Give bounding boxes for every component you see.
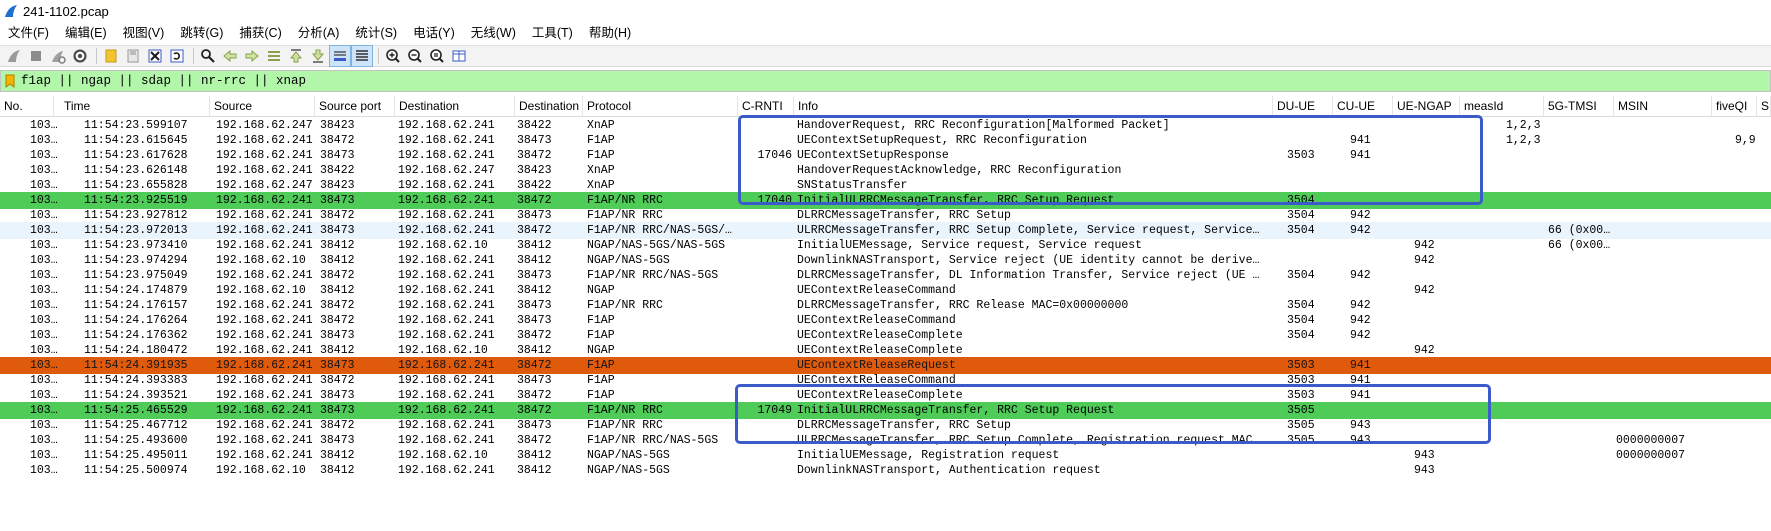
- display-filter-bar[interactable]: f1ap || ngap || sdap || nr-rrc || xnap: [0, 70, 1771, 92]
- menu-item[interactable]: 文件(F): [0, 22, 57, 44]
- save-file-icon[interactable]: [123, 46, 143, 66]
- column-header-cu-ue[interactable]: CU-UE: [1333, 96, 1393, 116]
- colorize-icon[interactable]: [351, 45, 373, 67]
- stop-capture-icon[interactable]: [26, 46, 46, 66]
- column-header-source[interactable]: Source: [210, 96, 315, 116]
- menu-item[interactable]: 跳转(G): [172, 22, 231, 44]
- go-first-icon[interactable]: [286, 46, 306, 66]
- go-back-icon[interactable]: [220, 46, 240, 66]
- menu-item[interactable]: 分析(A): [290, 22, 348, 44]
- restart-capture-icon[interactable]: [48, 46, 68, 66]
- packet-list-header: No. Time Source Source port Destination …: [0, 96, 1771, 117]
- column-header-info[interactable]: Info: [794, 96, 1273, 116]
- menu-bar: 文件(F) 编辑(E) 视图(V) 跳转(G) 捕获(C) 分析(A) 统计(S) 电话(Y)…: [0, 22, 1771, 44]
- start-capture-icon[interactable]: [4, 46, 24, 66]
- menu-item[interactable]: 编辑(E): [57, 22, 115, 44]
- window-title: 241-1102.pcap: [23, 3, 109, 19]
- autoscroll-icon[interactable]: [329, 45, 351, 67]
- column-header-s[interactable]: S: [1757, 96, 1771, 116]
- main-toolbar: [0, 45, 1771, 67]
- menu-item[interactable]: 工具(T): [524, 22, 581, 44]
- packet-fiveqi-cell: [1735, 462, 1765, 479]
- column-header-du-ue[interactable]: DU-UE: [1273, 96, 1333, 116]
- column-header-5g-tmsi[interactable]: 5G-TMSI: [1544, 96, 1614, 116]
- packet-info-cell: DownlinkNASTransport, Authentication req…: [797, 464, 1101, 477]
- column-header-fiveqi[interactable]: fiveQI: [1712, 96, 1757, 116]
- column-header-ue-ngap[interactable]: UE-NGAP: [1393, 96, 1460, 116]
- column-header-destination[interactable]: Destination: [395, 96, 515, 116]
- packet-5g-tmsi-cell: [1548, 462, 1618, 479]
- packet-protocol-cell: NGAP/NAS-5GS: [587, 464, 670, 477]
- zoom-normal-icon[interactable]: [427, 46, 447, 66]
- menu-item[interactable]: 无线(W): [463, 22, 524, 44]
- toolbar-separator: [96, 48, 97, 64]
- column-header-c-rnti[interactable]: C-RNTI: [738, 96, 794, 116]
- packet-ue-ngap-cell: 943: [1414, 464, 1435, 477]
- packet-c-rnti-cell: [740, 462, 792, 479]
- column-header-destination-port[interactable]: Destination: [515, 96, 583, 116]
- wireshark-fin-icon: [5, 5, 17, 17]
- resize-columns-icon[interactable]: [449, 46, 469, 66]
- zoom-out-icon[interactable]: [405, 46, 425, 66]
- packet-du-ue-cell: [1287, 462, 1317, 479]
- packet-time-cell: 11:54:25.500974: [84, 464, 188, 477]
- menu-item[interactable]: 统计(S): [347, 22, 405, 44]
- menu-item[interactable]: 帮助(H): [581, 22, 639, 44]
- packet-destination-port-cell: 38412: [517, 464, 552, 477]
- column-header-source-port[interactable]: Source port: [315, 96, 395, 116]
- column-header-protocol[interactable]: Protocol: [583, 96, 738, 116]
- column-header-time[interactable]: Time: [60, 96, 210, 116]
- filter-bookmark-icon[interactable]: [5, 74, 15, 88]
- packet-cu-ue-cell: [1350, 462, 1378, 479]
- zoom-in-icon[interactable]: [383, 46, 403, 66]
- find-packet-icon[interactable]: [198, 46, 218, 66]
- close-file-icon[interactable]: [145, 46, 165, 66]
- packet-source-port-cell: 38412: [320, 464, 355, 477]
- packet-no-cell: 103…: [30, 464, 58, 477]
- title-bar: 241-1102.pcap: [0, 0, 1771, 22]
- packet-row[interactable]: 103… 11:54:25.500974 192.168.62.10 38412 192…: [0, 462, 1771, 479]
- column-header-no[interactable]: No.: [0, 96, 54, 116]
- packet-msin-cell: [1616, 462, 1696, 479]
- display-filter-input[interactable]: f1ap || ngap || sdap || nr-rrc || xnap: [21, 74, 306, 88]
- toolbar-separator: [378, 48, 379, 64]
- menu-item[interactable]: 捕获(C): [231, 22, 289, 44]
- reload-file-icon[interactable]: [167, 46, 187, 66]
- column-header-measid[interactable]: measId: [1460, 96, 1544, 116]
- go-to-packet-icon[interactable]: [264, 46, 284, 66]
- packet-measid-cell: [1506, 462, 1546, 479]
- packet-destination-cell: 192.168.62.241: [398, 464, 495, 477]
- go-last-icon[interactable]: [308, 46, 328, 66]
- capture-options-icon[interactable]: [70, 46, 90, 66]
- column-header-msin[interactable]: MSIN: [1614, 96, 1712, 116]
- packet-list: 103… 11:54:23.599107 192.168.62.247 38423 19…: [0, 117, 1771, 531]
- go-forward-icon[interactable]: [242, 46, 262, 66]
- menu-item[interactable]: 视图(V): [115, 22, 173, 44]
- open-file-icon[interactable]: [101, 46, 121, 66]
- packet-source-cell: 192.168.62.10: [216, 464, 306, 477]
- menu-item[interactable]: 电话(Y): [405, 22, 463, 44]
- toolbar-separator: [193, 48, 194, 64]
